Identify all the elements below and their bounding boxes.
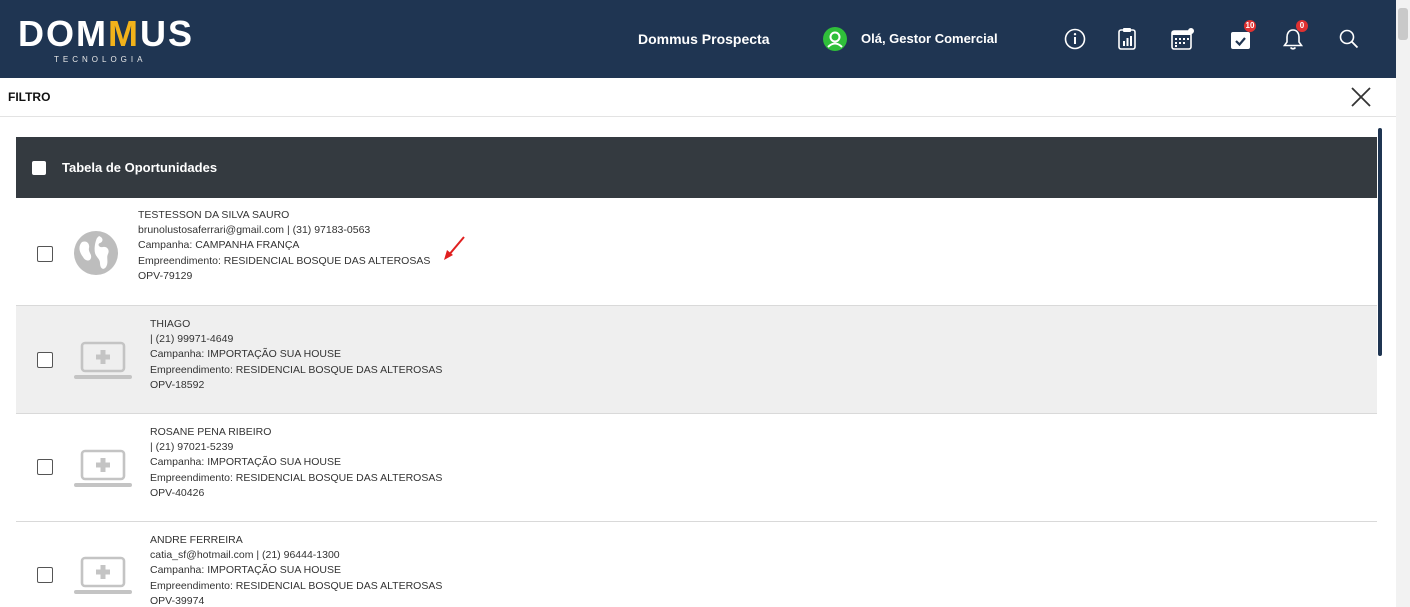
greeting-text[interactable]: Olá, Gestor Comercial [861,31,998,46]
filter-title: FILTRO [8,90,51,104]
table-title: Tabela de Oportunidades [62,160,218,175]
lead-code: OPV-79129 [138,269,193,282]
close-icon [1351,87,1371,107]
lead-name: ANDRE FERREIRA [150,534,243,546]
lead-name: THIAGO [150,318,191,330]
close-filter-button[interactable] [1348,84,1374,110]
lead-name: ROSANE PENA RIBEIRO [150,426,272,438]
lead-code: OPV-39974 [150,594,205,607]
row-checkbox[interactable] [37,567,53,583]
lead-development: Empreendimento: RESIDENCIAL BOSQUE DAS A… [138,254,431,267]
bell-icon[interactable]: 0 [1278,20,1308,54]
logo-subtitle: TECNOLOGIA [54,55,147,64]
report-icon[interactable] [1112,24,1142,54]
table-header: Tabela de Oportunidades [16,137,1377,198]
user-avatar-icon[interactable] [820,24,850,54]
laptop-plus-icon [72,339,134,388]
window-scrollbar[interactable] [1396,0,1410,607]
laptop-plus-icon [72,554,134,603]
row-checkbox[interactable] [37,352,53,368]
opportunities-table: Tabela de Oportunidades TESTESSON DA SIL… [16,137,1377,607]
lead-campaign: Campanha: CAMPANHA FRANÇA [138,239,300,252]
top-navigation-bar: DOMMUS TECNOLOGIA Dommus Prospecta Olá, … [0,0,1396,78]
app-name-link[interactable]: Dommus Prospecta [638,31,769,47]
lead-name: TESTESSON DA SILVA SAURO [138,209,290,221]
globe-icon [73,230,119,281]
lead-contact: | (21) 97021-5239 [150,441,234,454]
select-all-checkbox[interactable] [32,160,46,175]
lead-development: Empreendimento: RESIDENCIAL BOSQUE DAS A… [150,471,443,484]
annotation-arrow [444,236,465,260]
lead-campaign: Campanha: IMPORTAÇÃO SUA HOUSE [150,564,342,577]
lead-code: OPV-40426 [150,486,205,499]
table-row[interactable]: ANDRE FERREIRA catia_sf@hotmail.com | (2… [16,522,1377,607]
lead-development: Empreendimento: RESIDENCIAL BOSQUE DAS A… [150,579,443,592]
row-checkbox[interactable] [37,459,53,475]
lead-contact: | (21) 99971-4649 [150,333,234,346]
notifications-badge: 0 [1296,20,1308,32]
lead-campaign: Campanha: IMPORTAÇÃO SUA HOUSE [150,456,342,469]
lead-development: Empreendimento: RESIDENCIAL BOSQUE DAS A… [150,363,443,376]
dommus-logo[interactable]: DOMMUS TECNOLOGIA [18,16,194,65]
table-row[interactable]: ROSANE PENA RIBEIRO | (21) 97021-5239 Ca… [16,414,1377,522]
lead-contact: catia_sf@hotmail.com | (21) 96444-1300 [150,549,340,562]
laptop-plus-icon [72,447,134,496]
table-row[interactable]: TESTESSON DA SILVA SAURO brunolustosafer… [16,198,1377,306]
row-checkbox[interactable] [37,246,53,262]
lead-code: OPV-18592 [150,378,205,391]
tasks-icon[interactable]: 10 [1226,20,1256,54]
lead-campaign: Campanha: IMPORTAÇÃO SUA HOUSE [150,348,342,361]
list-scrollbar[interactable] [1378,128,1382,356]
lead-contact: brunolustosaferrari@gmail.com | (31) 971… [138,224,371,237]
search-icon[interactable] [1334,24,1364,54]
info-icon[interactable] [1060,24,1090,54]
tasks-badge: 10 [1244,20,1256,32]
filter-panel-header: FILTRO [0,78,1396,117]
calendar-icon[interactable] [1167,24,1197,54]
table-row[interactable]: THIAGO | (21) 99971-4649 Campanha: IMPOR… [16,306,1377,414]
